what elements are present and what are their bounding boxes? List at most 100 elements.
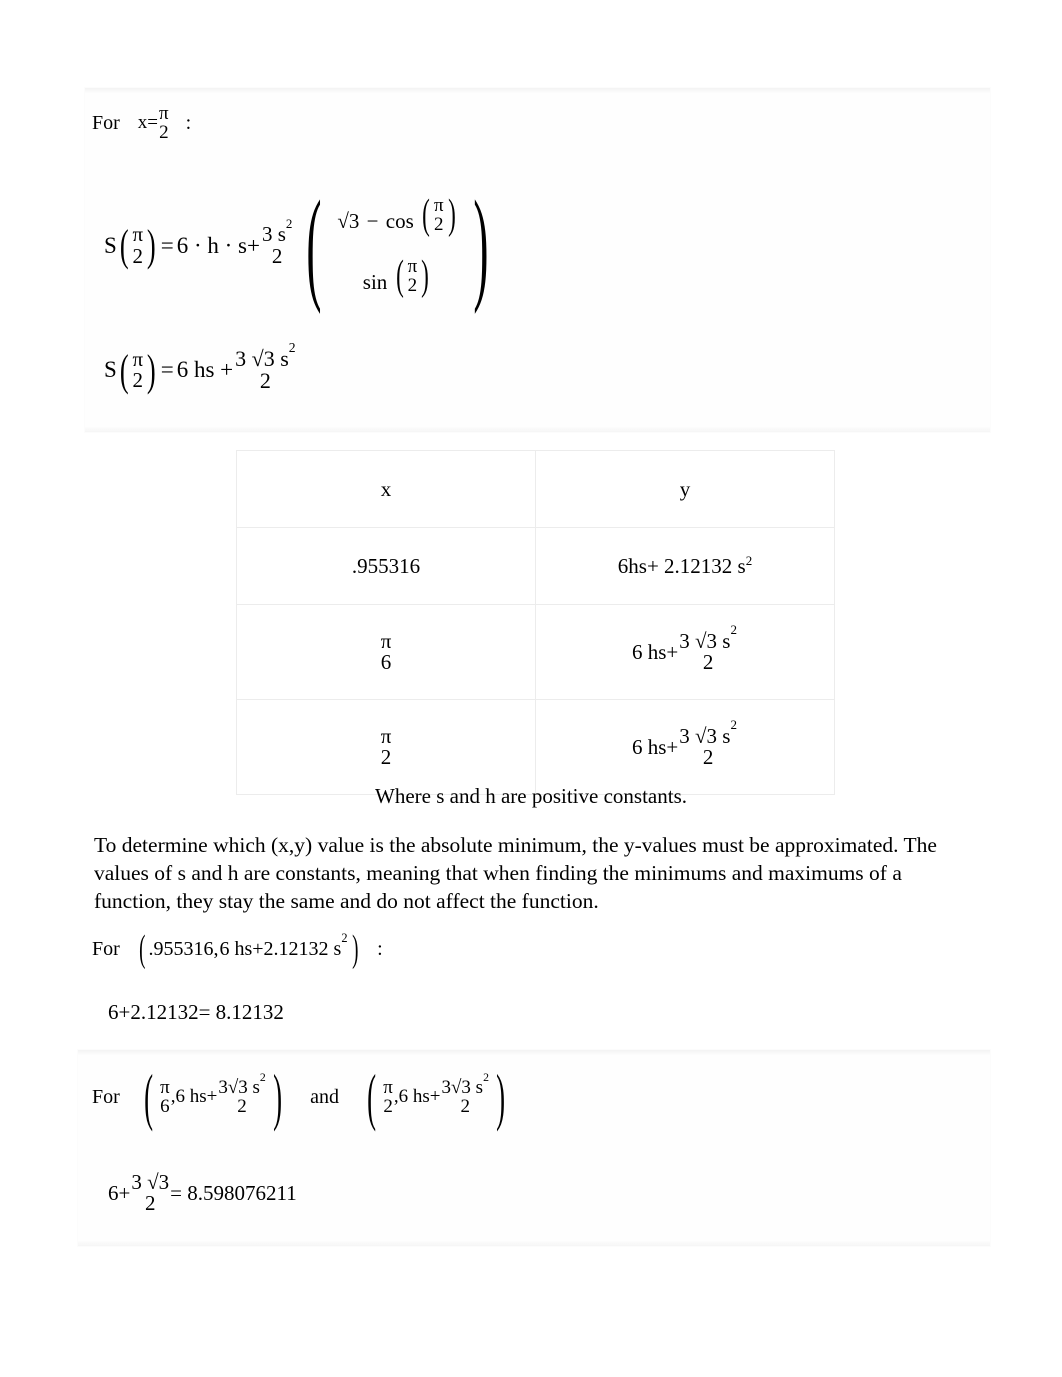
cos-argument-parens: ( π 2 ) bbox=[419, 191, 459, 238]
coefficient-fraction-3s2-over-2: 3 s2 2 bbox=[262, 217, 292, 268]
table-row: π 6 6 hs+ 3 √3 s2 2 bbox=[236, 604, 835, 700]
num-exponent: 2 bbox=[288, 339, 296, 355]
pi-over-2-fraction: π 2 bbox=[132, 347, 144, 393]
pair-y-base: 6 hs+2.12132 s bbox=[219, 938, 342, 960]
minus-sign: − bbox=[366, 208, 379, 233]
fraction-denominator: 2 bbox=[407, 275, 418, 297]
result-fraction: 3 √3 s2 2 bbox=[235, 341, 295, 393]
y-fraction: 3 √3 s2 2 bbox=[679, 718, 737, 769]
for-label: For bbox=[92, 1085, 120, 1108]
big-parenthesized-quotient: ( √3 − cos ( π 2 ) sin (π 2)) bbox=[293, 176, 501, 316]
paren-right: ) bbox=[447, 191, 456, 238]
fraction-numerator: π bbox=[383, 1077, 393, 1098]
fraction-numerator: π bbox=[380, 628, 392, 653]
paren-left: ( bbox=[119, 221, 129, 271]
y-base: 6hs+ 2.12132 s bbox=[617, 553, 746, 578]
paren-left: ( bbox=[143, 1061, 153, 1133]
fraction-denominator: 2 bbox=[380, 745, 392, 769]
equals-sign: = bbox=[160, 232, 174, 258]
fraction-denominator: 2 bbox=[383, 1096, 393, 1118]
coef-num-exponent: 2 bbox=[285, 215, 293, 231]
x-assign-operator: x= bbox=[137, 112, 159, 134]
y-expression: 6hs+ 2.12132 s2 bbox=[617, 552, 753, 578]
function-name-S: S bbox=[104, 357, 117, 383]
fraction-numerator: √3 − cos ( π 2 ) bbox=[336, 191, 459, 257]
calc-result: = 8.598076211 bbox=[170, 1180, 297, 1205]
table-cell-y: 6 hs+ 3 √3 s2 2 bbox=[535, 604, 835, 700]
three-sqrt3-over-2-fraction: 3 √3 2 bbox=[131, 1170, 170, 1216]
num-base: 3 √3 s bbox=[235, 346, 289, 371]
first-term: 6 · h · s+ bbox=[176, 232, 260, 258]
function-name-S: S bbox=[104, 232, 117, 258]
colon-separator: : bbox=[185, 111, 192, 134]
paren-left: ( bbox=[306, 176, 322, 316]
ordered-pair-a: ( π 6 ,6 hs+ 3√3 s2 2 ) bbox=[138, 1061, 288, 1133]
equation-surface-area-expanded: S ( π 2 ) = 6 · h · s+ 3 s2 2 ( √3 − cos… bbox=[104, 176, 502, 316]
fraction-numerator: 3 √3 s2 bbox=[235, 341, 295, 371]
fraction-denominator: 2 bbox=[702, 650, 714, 674]
function-argument-parens: ( π 2 ) bbox=[117, 345, 159, 395]
for-label: For bbox=[92, 111, 120, 134]
pi-over-2-fraction: π 2 bbox=[434, 196, 444, 235]
paren-left: ( bbox=[395, 252, 404, 299]
y-expression: 6 hs+ 3 √3 s2 2 bbox=[632, 623, 738, 674]
paren-left: ( bbox=[367, 1061, 377, 1133]
num-base: 3 √3 s bbox=[679, 628, 731, 653]
fraction-numerator: 3 √3 s2 bbox=[679, 623, 737, 653]
xy-values-table: x y .955316 6hs+ 2.12132 s2 π 6 6 hs+ 3 … bbox=[236, 450, 835, 795]
table-row: .955316 6hs+ 2.12132 s2 bbox=[236, 527, 835, 605]
y-expression: 6 hs+ 3 √3 s2 2 bbox=[632, 718, 738, 769]
fraction-denominator: 2 bbox=[144, 1191, 156, 1216]
first-term: 6 hs + bbox=[176, 357, 234, 383]
table-caption: Where s and h are positive constants. bbox=[375, 784, 687, 808]
table-cell-x: π 2 bbox=[236, 699, 536, 795]
fraction-denominator: 2 bbox=[132, 368, 144, 393]
table-header-cell-x: x bbox=[236, 450, 536, 528]
and-label: and bbox=[310, 1085, 339, 1108]
fraction-numerator: π bbox=[132, 222, 144, 247]
num-base: 3√3 s bbox=[218, 1077, 260, 1098]
fraction-denominator: 2 bbox=[159, 122, 169, 144]
body-paragraph: To determine which (x,y) value is the ab… bbox=[94, 833, 937, 913]
pair-y-prefix: ,6 hs+ bbox=[393, 1086, 441, 1108]
cos-label: cos bbox=[385, 208, 414, 233]
fraction-denominator: 6 bbox=[380, 650, 392, 674]
table-row: π 2 6 hs+ 3 √3 s2 2 bbox=[236, 699, 835, 795]
y-prefix: 6 hs+ bbox=[632, 734, 679, 759]
paren-left: ( bbox=[119, 345, 129, 395]
pi-over-2-fraction: π 2 bbox=[407, 256, 418, 297]
sin-label: sin bbox=[362, 269, 388, 294]
x-assignment: x= π 2 bbox=[138, 104, 170, 143]
fraction-denominator: sin ( π 2 ) bbox=[362, 252, 432, 299]
fraction-numerator: π bbox=[434, 195, 444, 216]
fraction-numerator: 3 √3 s2 bbox=[679, 718, 737, 748]
fraction-denominator: 2 bbox=[271, 243, 283, 268]
pi-over-2-fraction: π 2 bbox=[383, 1078, 393, 1117]
fraction-numerator: π bbox=[160, 1077, 170, 1098]
pair-y-fraction: 3√3 s2 2 bbox=[218, 1071, 265, 1118]
pi-over-2-fraction: π 2 bbox=[132, 222, 144, 267]
pair-y-value: 6 hs+2.12132 s2 bbox=[218, 932, 348, 961]
paren-right: ) bbox=[473, 176, 489, 316]
pi-over-2-fraction: π 2 bbox=[159, 104, 169, 143]
for-pair-decimal-line: For ( .955316, 6 hs+2.12132 s2 ) : bbox=[92, 930, 383, 968]
fraction-denominator: 2 bbox=[237, 1096, 247, 1118]
fraction-numerator: π bbox=[132, 347, 144, 372]
sqrt-3: √3 bbox=[337, 208, 360, 233]
pair-y-fraction: 3√3 s2 2 bbox=[442, 1071, 489, 1116]
pair-y-exponent: 2 bbox=[341, 931, 348, 946]
pi-over-6-fraction: π 6 bbox=[160, 1078, 170, 1117]
ordered-pair-b: ( π 2 ,6 hs+ 3√3 s2 2 ) bbox=[361, 1061, 511, 1133]
num-exponent: 2 bbox=[483, 1070, 489, 1084]
for-label: For bbox=[92, 938, 120, 960]
num-exponent: 2 bbox=[730, 622, 737, 638]
paren-right: ) bbox=[146, 345, 156, 395]
calculation-line-1: 6+2.12132= 8.12132 bbox=[108, 1000, 284, 1024]
paren-left: ( bbox=[422, 191, 430, 238]
fraction-numerator: 3√3 s2 bbox=[442, 1071, 489, 1097]
y-prefix: 6 hs+ bbox=[632, 639, 679, 664]
calculation-line-2: 6+ 3 √3 2 = 8.598076211 bbox=[108, 1170, 297, 1216]
num-base: 3 √3 s bbox=[679, 723, 731, 748]
fraction-numerator: 3 √3 bbox=[131, 1170, 170, 1194]
for-pair-fraction-line: For ( π 6 ,6 hs+ 3√3 s2 2 ) and ( π 2 ,6… bbox=[92, 1061, 511, 1133]
